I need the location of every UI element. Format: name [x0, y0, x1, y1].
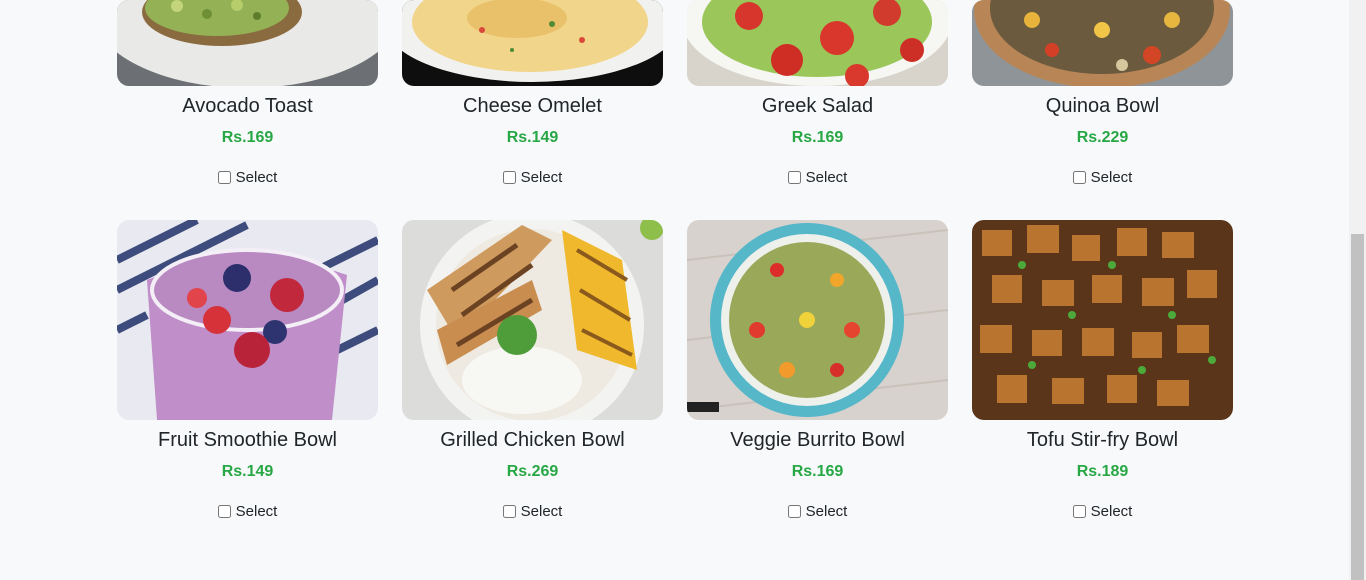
- grilled-chicken-image: [402, 220, 663, 420]
- menu-card-greek-salad: Greek Salad Rs.169 Select: [687, 0, 948, 200]
- menu-card-tofu-stir-fry-bowl: Tofu Stir-fry Bowl Rs.189 Select: [972, 220, 1233, 530]
- item-name: Quinoa Bowl: [1045, 95, 1160, 117]
- tofu-stir-fry-image: [972, 220, 1233, 420]
- select-checkbox-label[interactable]: Select: [402, 169, 663, 186]
- item-price: Rs.149: [221, 463, 274, 480]
- menu-card-fruit-smoothie-bowl: Fruit Smoothie Bowl Rs.149 Select: [117, 220, 378, 530]
- scrollbar-thumb[interactable]: [1351, 234, 1364, 580]
- item-name: Veggie Burrito Bowl: [730, 429, 905, 451]
- item-name: Fruit Smoothie Bowl: [158, 429, 337, 451]
- select-checkbox-label[interactable]: Select: [972, 169, 1233, 186]
- select-label: Select: [520, 503, 563, 520]
- item-name: Avocado Toast: [182, 95, 313, 117]
- select-label: Select: [805, 169, 848, 186]
- avocado-toast-image: [117, 0, 378, 86]
- vertical-scrollbar[interactable]: [1349, 0, 1366, 580]
- cheese-omelet-image: [402, 0, 663, 86]
- item-name: Cheese Omelet: [463, 95, 602, 117]
- select-label: Select: [1090, 169, 1133, 186]
- menu-card-cheese-omelet: Cheese Omelet Rs.149 Select: [402, 0, 663, 200]
- item-price: Rs.149: [506, 129, 559, 146]
- select-checkbox-label[interactable]: Select: [402, 503, 663, 520]
- item-price: Rs.169: [791, 463, 844, 480]
- select-checkbox[interactable]: [502, 505, 516, 518]
- select-checkbox-label[interactable]: Select: [687, 169, 948, 186]
- select-label: Select: [520, 169, 563, 186]
- quinoa-bowl-image: [972, 0, 1233, 86]
- select-label: Select: [1090, 503, 1133, 520]
- select-checkbox-label[interactable]: Select: [117, 503, 378, 520]
- menu-card-veggie-burrito-bowl: Veggie Burrito Bowl Rs.169 Select: [687, 220, 948, 530]
- greek-salad-image: [687, 0, 948, 86]
- menu-card-grilled-chicken-bowl: Grilled Chicken Bowl Rs.269 Select: [402, 220, 663, 530]
- select-label: Select: [235, 169, 278, 186]
- menu-card-quinoa-bowl: Quinoa Bowl Rs.229 Select: [972, 0, 1233, 200]
- select-checkbox[interactable]: [217, 505, 231, 518]
- select-checkbox[interactable]: [1072, 505, 1086, 518]
- item-name: Greek Salad: [761, 95, 874, 117]
- select-label: Select: [235, 503, 278, 520]
- select-checkbox[interactable]: [787, 171, 801, 184]
- select-checkbox-label[interactable]: Select: [972, 503, 1233, 520]
- fruit-smoothie-image: [117, 220, 378, 420]
- select-checkbox-label[interactable]: Select: [117, 169, 378, 186]
- veggie-bowl-image: [687, 220, 948, 420]
- menu-card-avocado-toast: Avocado Toast Rs.169 Select: [117, 0, 378, 200]
- item-price: Rs.269: [506, 463, 559, 480]
- item-price: Rs.229: [1076, 129, 1129, 146]
- select-checkbox[interactable]: [787, 505, 801, 518]
- item-name: Grilled Chicken Bowl: [440, 429, 625, 451]
- item-price: Rs.169: [221, 129, 274, 146]
- select-checkbox[interactable]: [1072, 171, 1086, 184]
- select-label: Select: [805, 503, 848, 520]
- item-name: Tofu Stir-fry Bowl: [1026, 429, 1179, 451]
- item-price: Rs.189: [1076, 463, 1129, 480]
- select-checkbox[interactable]: [217, 171, 231, 184]
- item-price: Rs.169: [791, 129, 844, 146]
- select-checkbox-label[interactable]: Select: [687, 503, 948, 520]
- select-checkbox[interactable]: [502, 171, 516, 184]
